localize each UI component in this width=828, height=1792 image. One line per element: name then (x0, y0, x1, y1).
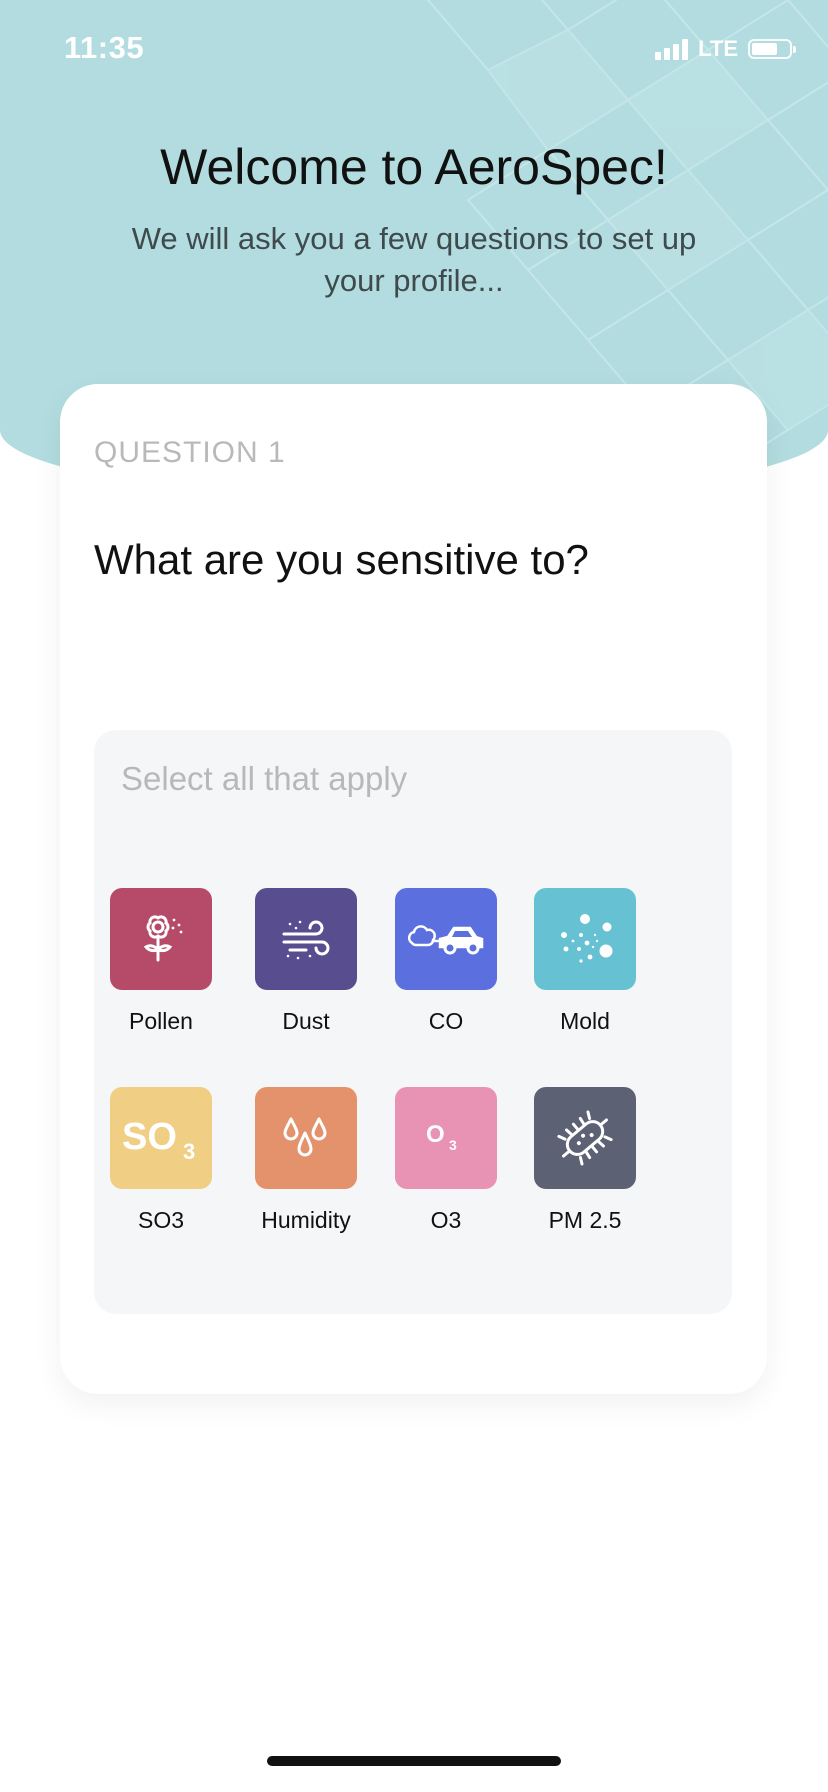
signal-icon (655, 38, 689, 60)
option-mold[interactable]: Mold (515, 888, 655, 1035)
option-label: CO (428, 1008, 464, 1034)
option-dust[interactable]: Dust (236, 888, 376, 1035)
flower-icon (110, 888, 212, 990)
option-so3[interactable]: SO 3 SO3 (91, 1087, 231, 1234)
option-label: Humidity (261, 1207, 351, 1233)
select-hint: Select all that apply (121, 760, 408, 797)
network-label: LTE (698, 36, 738, 61)
so3-icon: SO 3 (110, 1087, 212, 1189)
question-text: What are you sensitive to? (94, 536, 589, 583)
status-indicators: LTE (655, 36, 796, 62)
o3-icon: O 3 (395, 1087, 497, 1189)
svg-text:3: 3 (183, 1139, 195, 1163)
screen: 11:35 LTE Welcome to AeroSpec! We will a… (0, 0, 828, 1792)
wind-dust-icon (255, 888, 357, 990)
option-label: Dust (282, 1008, 330, 1034)
options-panel: Select all that apply Pollen Dust CO Mol… (94, 730, 732, 1314)
question-number: QUESTION 1 (94, 436, 286, 469)
svg-text:O: O (426, 1121, 445, 1148)
welcome-title: Welcome to AeroSpec! (160, 139, 668, 195)
option-label: Pollen (129, 1008, 193, 1034)
option-pollen[interactable]: Pollen (91, 888, 231, 1035)
option-label: O3 (430, 1207, 462, 1233)
option-label: PM 2.5 (548, 1207, 622, 1233)
option-label: Mold (560, 1008, 610, 1034)
car-exhaust-icon (395, 888, 497, 990)
droplets-icon (255, 1087, 357, 1189)
battery-icon (748, 39, 796, 59)
option-humidity[interactable]: Humidity (236, 1087, 376, 1234)
question-card: QUESTION 1 What are you sensitive to? Se… (60, 384, 767, 1394)
spores-icon (534, 888, 636, 990)
option-co[interactable]: CO (376, 888, 516, 1035)
welcome-subtitle: We will ask you a few questions to set u… (131, 221, 697, 298)
svg-text:SO: SO (122, 1116, 177, 1158)
svg-text:3: 3 (449, 1137, 457, 1153)
option-o3[interactable]: O 3 O3 (376, 1087, 516, 1234)
status-time: 11:35 (64, 30, 145, 65)
option-label: SO3 (137, 1207, 185, 1233)
option-pm25[interactable]: PM 2.5 (515, 1087, 655, 1234)
bacteria-icon (534, 1087, 636, 1189)
home-indicator[interactable] (267, 1756, 561, 1766)
